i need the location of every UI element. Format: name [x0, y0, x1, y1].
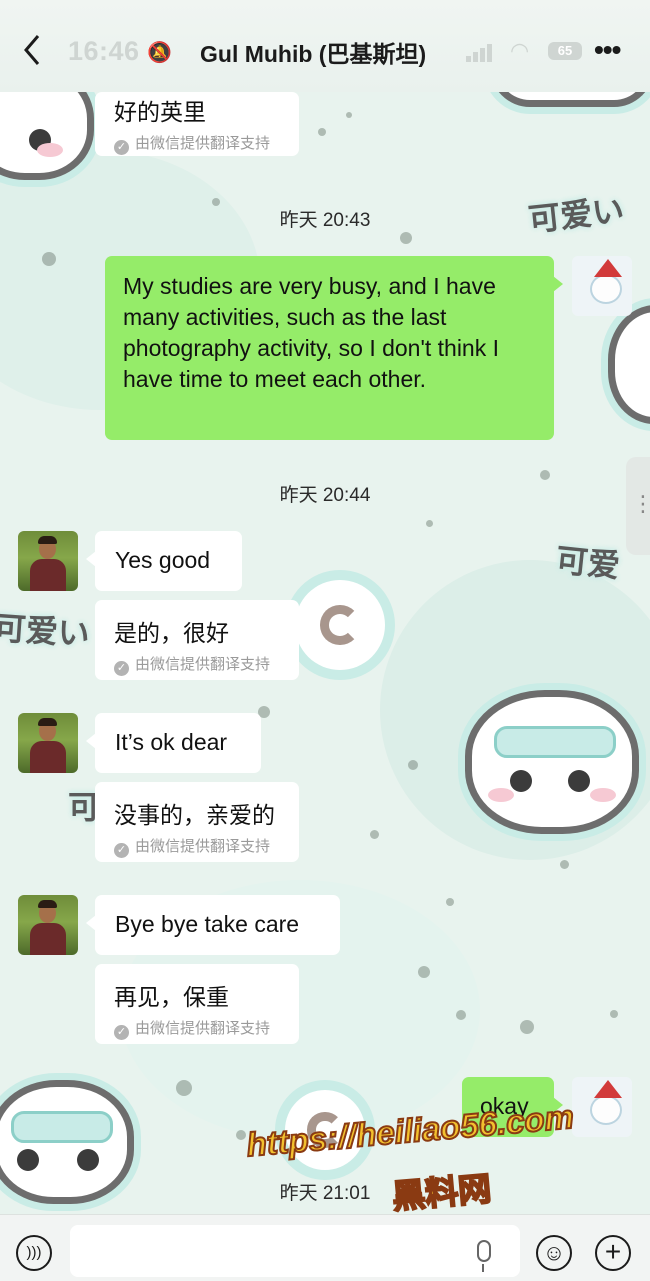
wallpaper-text: 可爱: [553, 540, 622, 586]
message-translation: 是的，很好: [114, 620, 229, 646]
translation-note: ✓ 由微信提供翻译支持: [114, 132, 270, 155]
check-icon: ✓: [114, 843, 129, 858]
check-icon: ✓: [114, 1025, 129, 1040]
self-avatar[interactable]: [572, 1077, 632, 1137]
back-arrow-icon[interactable]: [22, 32, 42, 68]
self-avatar[interactable]: [572, 256, 632, 316]
watermark-name: 黑料网: [390, 1169, 494, 1216]
check-icon: ✓: [114, 140, 129, 155]
emoji-icon[interactable]: ☺: [536, 1235, 572, 1271]
mute-bell-icon: 🔕: [147, 42, 172, 64]
more-icon[interactable]: •••: [594, 34, 621, 66]
wallpaper-cat: [465, 690, 639, 834]
message-translation: 好的英里: [114, 99, 206, 125]
message-bubble-outgoing[interactable]: My studies are very busy, and I have man…: [105, 256, 563, 440]
message-bubble-incoming[interactable]: It’s ok dear: [86, 713, 261, 773]
translation-note: ✓ 由微信提供翻译支持: [114, 835, 270, 858]
message-bubble-incoming[interactable]: Yes good: [86, 531, 242, 591]
wifi-icon: ◠: [510, 38, 530, 63]
status-time: 16:46: [68, 36, 140, 66]
timestamp: 昨天 20:44: [279, 485, 371, 506]
side-drawer-handle[interactable]: [626, 457, 650, 555]
plus-icon[interactable]: +: [595, 1235, 631, 1271]
timestamp: 昨天 21:01: [279, 1183, 371, 1204]
chat-title: Gul Muhib (巴基斯坦): [200, 41, 427, 67]
message-translation: 没事的，亲爱的: [114, 802, 275, 828]
translation-note: ✓ 由微信提供翻译支持: [114, 1017, 270, 1040]
message-translation: 再见，保重: [114, 984, 229, 1010]
contact-avatar[interactable]: [18, 713, 78, 773]
message-input[interactable]: [70, 1225, 520, 1277]
message-text: Bye bye take care: [115, 911, 300, 937]
message-text: My studies are very busy, and I have man…: [123, 273, 500, 392]
message-text: Yes good: [115, 547, 211, 573]
contact-avatar[interactable]: [18, 531, 78, 591]
wallpaper-text: 可爱い: [0, 608, 92, 654]
message-text: It’s ok dear: [115, 729, 228, 755]
signal-icon: [466, 44, 494, 62]
timestamp: 昨天 20:43: [279, 210, 371, 231]
translation-note: ✓ 由微信提供翻译支持: [114, 653, 270, 676]
check-icon: ✓: [114, 661, 129, 676]
battery-icon: 65: [548, 42, 582, 60]
wallpaper-cat: [608, 305, 650, 424]
contact-avatar[interactable]: [18, 895, 78, 955]
voice-icon[interactable]: ))): [16, 1235, 52, 1271]
wallpaper-swirl: [295, 580, 385, 670]
top-bar: 16:46 🔕 Gul Muhib (巴基斯坦) ◠ 65 •••: [0, 0, 650, 92]
message-bubble-incoming[interactable]: Bye bye take care: [86, 895, 340, 955]
mic-icon[interactable]: [477, 1240, 491, 1272]
